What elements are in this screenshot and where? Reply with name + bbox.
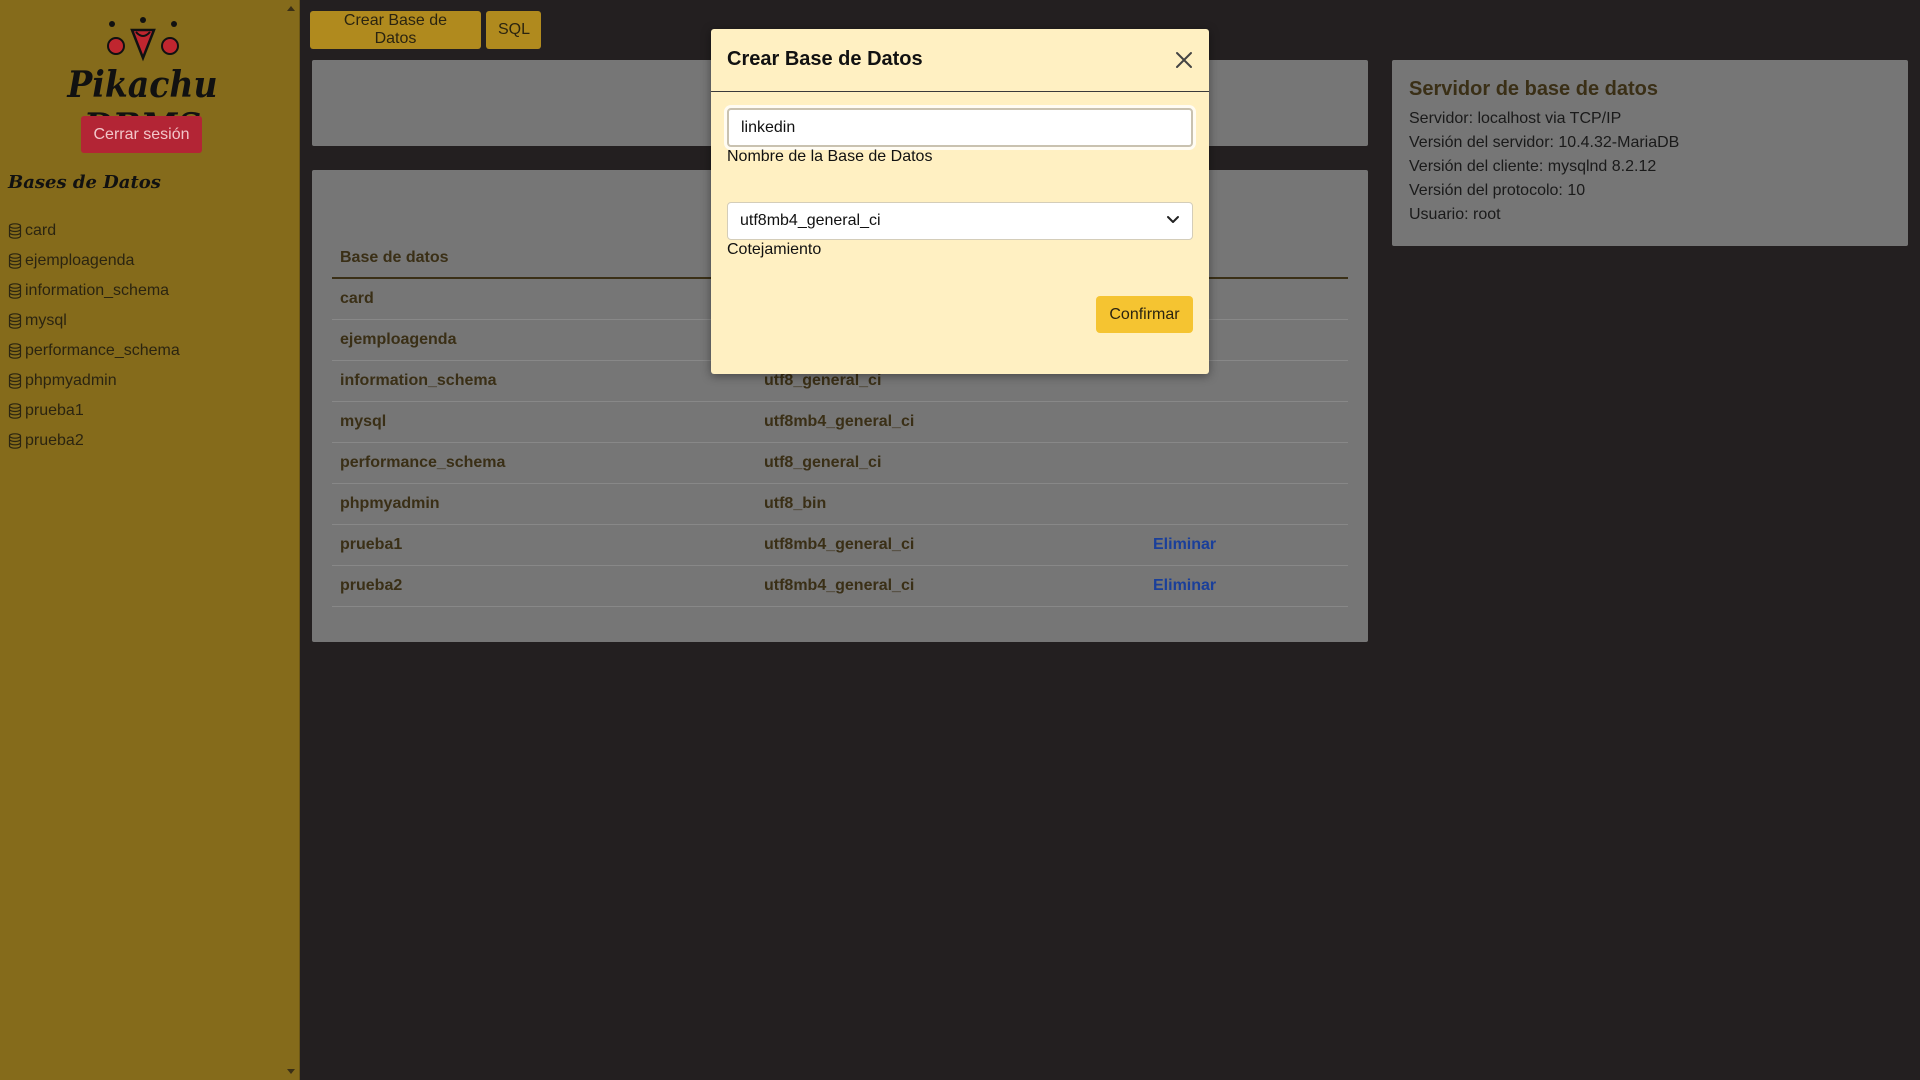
sidebar-item-label: mysql bbox=[25, 312, 67, 329]
collation-selected-value: utf8mb4_general_ci bbox=[740, 212, 881, 229]
client-version: Versión del cliente: mysqlnd 8.2.12 bbox=[1409, 158, 1657, 175]
logo: Pikachu DBMS bbox=[0, 14, 285, 148]
collation-select[interactable]: utf8mb4_general_ci bbox=[727, 202, 1193, 240]
sidebar-item-prueba1[interactable]: prueba1 bbox=[8, 396, 180, 426]
modal-header: Crear Base de Datos bbox=[711, 29, 1209, 92]
sidebar-item-label: prueba1 bbox=[25, 402, 84, 419]
database-icon bbox=[8, 433, 22, 449]
scroll-up-arrow-icon[interactable] bbox=[287, 6, 295, 11]
modal-title: Crear Base de Datos bbox=[727, 48, 923, 70]
table-row: prueba1 utf8mb4_general_ci Eliminar bbox=[332, 524, 1348, 566]
scroll-down-arrow-icon[interactable] bbox=[287, 1069, 295, 1074]
cell-collation: utf8mb4_general_ci bbox=[756, 401, 1145, 443]
database-icon bbox=[8, 343, 22, 359]
sql-button[interactable]: SQL bbox=[486, 11, 541, 49]
cell-collation: utf8mb4_general_ci bbox=[756, 565, 1145, 607]
sidebar: Pikachu DBMS Cerrar sesión Bases de Dato… bbox=[0, 0, 300, 1080]
table-row: phpmyadmin utf8_bin bbox=[332, 483, 1348, 525]
databases-heading: Bases de Datos bbox=[8, 172, 161, 193]
server-host: Servidor: localhost via TCP/IP bbox=[1409, 110, 1622, 127]
cell-database-name: mysql bbox=[332, 401, 756, 443]
cell-database-name: information_schema bbox=[332, 360, 756, 402]
sidebar-item-performance-schema[interactable]: performance_schema bbox=[8, 336, 180, 366]
pikachu-face-icon bbox=[107, 17, 179, 62]
delete-prueba1-link[interactable]: Eliminar bbox=[1153, 536, 1216, 553]
database-name-input[interactable] bbox=[727, 108, 1193, 147]
sidebar-item-label: information_schema bbox=[25, 282, 170, 299]
sidebar-item-mysql[interactable]: mysql bbox=[8, 306, 180, 336]
column-header-database: Base de datos bbox=[332, 238, 756, 279]
server-info-title: Servidor de base de datos bbox=[1409, 78, 1658, 100]
sidebar-item-label: ejemploagenda bbox=[25, 252, 135, 269]
sidebar-item-label: prueba2 bbox=[25, 432, 84, 449]
table-row: mysql utf8mb4_general_ci bbox=[332, 401, 1348, 443]
close-icon[interactable] bbox=[1173, 49, 1195, 71]
database-icon bbox=[8, 373, 22, 389]
server-version: Versión del servidor: 10.4.32-MariaDB bbox=[1409, 134, 1680, 151]
protocol-version: Versión del protocolo: 10 bbox=[1409, 182, 1586, 199]
delete-prueba2-link[interactable]: Eliminar bbox=[1153, 577, 1216, 594]
cell-database-name: prueba2 bbox=[332, 565, 756, 607]
sidebar-item-ejemploagenda[interactable]: ejemploagenda bbox=[8, 246, 180, 276]
database-list: card ejemploagenda information_schema my… bbox=[8, 216, 180, 456]
cell-action bbox=[1145, 483, 1348, 525]
server-user: Usuario: root bbox=[1409, 206, 1501, 223]
cell-action bbox=[1145, 442, 1348, 484]
sidebar-item-prueba2[interactable]: prueba2 bbox=[8, 426, 180, 456]
table-row: performance_schema utf8_general_ci bbox=[332, 442, 1348, 484]
sidebar-item-card[interactable]: card bbox=[8, 216, 180, 246]
confirm-button[interactable]: Confirmar bbox=[1096, 296, 1193, 333]
cell-collation: utf8_general_ci bbox=[756, 442, 1145, 484]
cell-database-name: ejemploagenda bbox=[332, 319, 756, 361]
cell-database-name: phpmyadmin bbox=[332, 483, 756, 525]
database-icon bbox=[8, 403, 22, 419]
sidebar-item-information-schema[interactable]: information_schema bbox=[8, 276, 180, 306]
cell-action bbox=[1145, 401, 1348, 443]
cell-database-name: card bbox=[332, 278, 756, 320]
database-name-label: Nombre de la Base de Datos bbox=[727, 148, 933, 165]
database-icon bbox=[8, 253, 22, 269]
cell-database-name: performance_schema bbox=[332, 442, 756, 484]
server-info-panel: Servidor de base de datos Servidor: loca… bbox=[1392, 60, 1908, 246]
database-icon bbox=[8, 313, 22, 329]
cell-collation: utf8mb4_general_ci bbox=[756, 524, 1145, 566]
logout-button[interactable]: Cerrar sesión bbox=[81, 116, 202, 153]
database-icon bbox=[8, 223, 22, 239]
cell-collation: utf8_bin bbox=[756, 483, 1145, 525]
sidebar-item-label: card bbox=[25, 222, 57, 239]
table-row: prueba2 utf8mb4_general_ci Eliminar bbox=[332, 565, 1348, 607]
sidebar-item-label: phpmyadmin bbox=[25, 372, 117, 389]
chevron-down-icon bbox=[1167, 216, 1179, 223]
database-icon bbox=[8, 283, 22, 299]
create-database-modal: Crear Base de Datos Nombre de la Base de… bbox=[711, 29, 1209, 374]
collation-label: Cotejamiento bbox=[727, 241, 822, 258]
sidebar-item-label: performance_schema bbox=[25, 342, 180, 359]
create-database-button[interactable]: Crear Base de Datos bbox=[310, 11, 481, 49]
cell-database-name: prueba1 bbox=[332, 524, 756, 566]
sidebar-item-phpmyadmin[interactable]: phpmyadmin bbox=[8, 366, 180, 396]
